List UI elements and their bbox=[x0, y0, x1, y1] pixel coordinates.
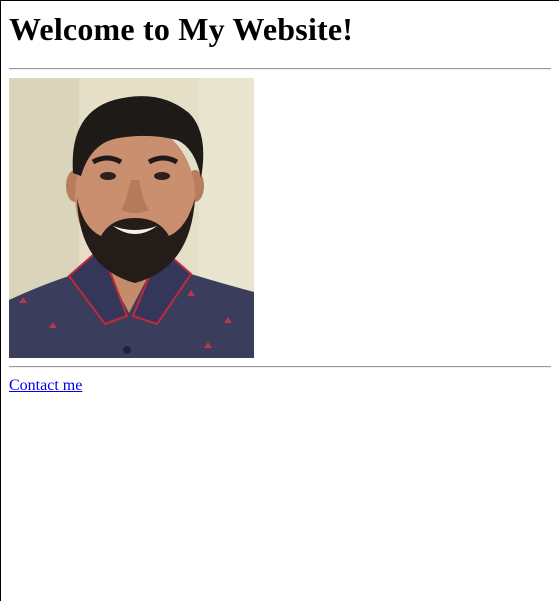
top-divider bbox=[9, 68, 551, 70]
contact-me-link[interactable]: Contact me bbox=[9, 377, 82, 395]
profile-photo bbox=[9, 78, 254, 358]
page-heading: Welcome to My Website! bbox=[9, 11, 354, 47]
bottom-divider bbox=[9, 366, 551, 368]
page-content: Welcome to My Website! Contact me bbox=[1, 11, 559, 395]
